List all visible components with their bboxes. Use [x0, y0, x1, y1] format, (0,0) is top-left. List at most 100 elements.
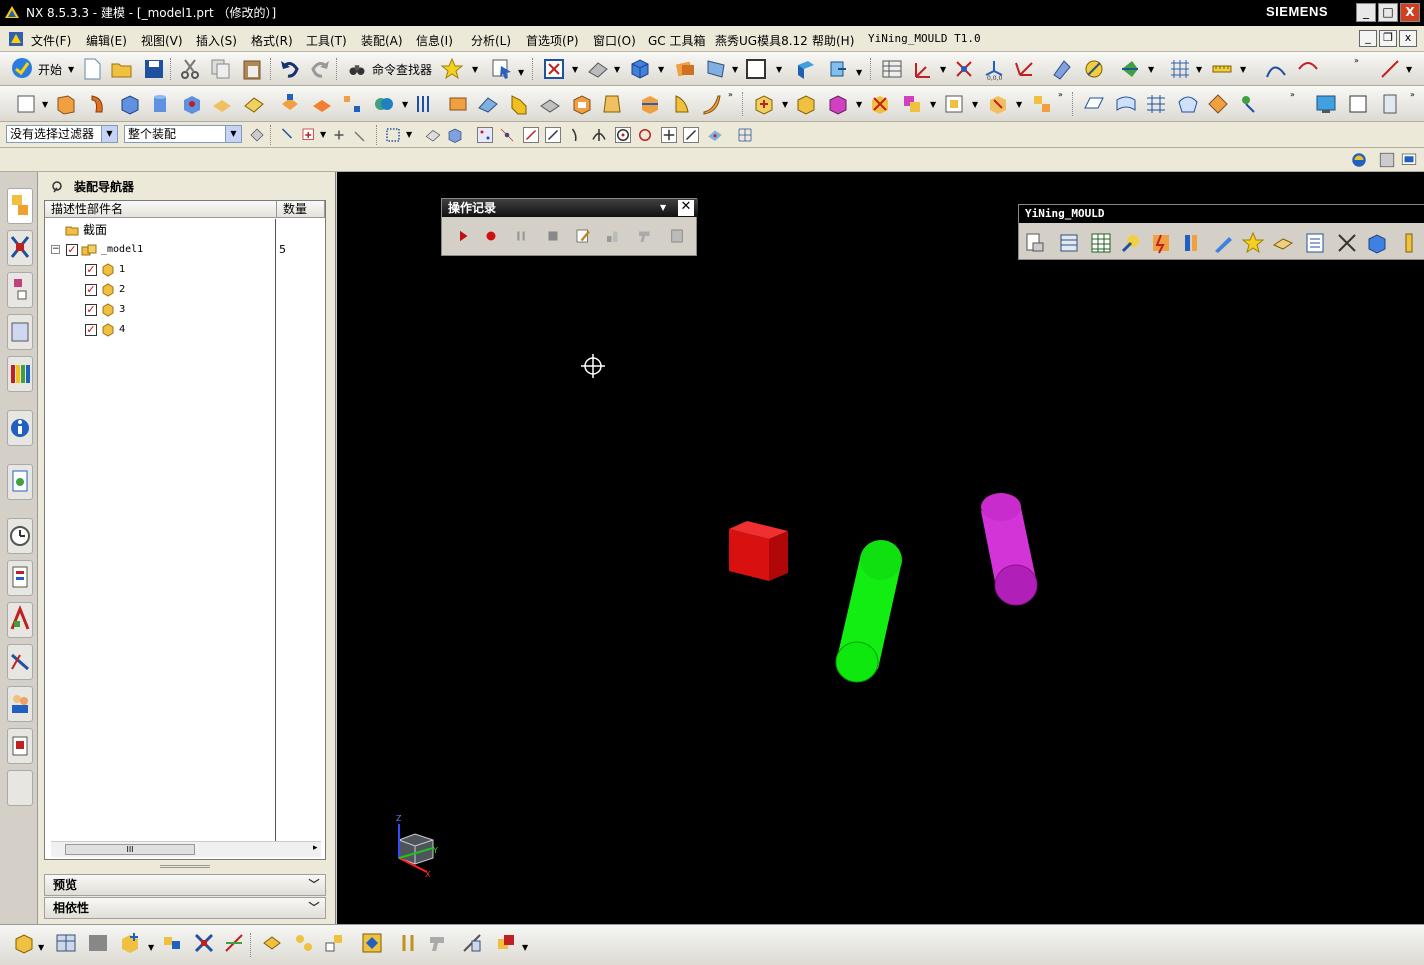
start-button[interactable]: 开始 — [38, 61, 62, 78]
menu-analysis[interactable]: 分析(L) — [471, 32, 511, 49]
empty-tab[interactable] — [7, 770, 33, 806]
minimize-button[interactable]: _ — [1356, 3, 1376, 22]
revolve-icon[interactable] — [86, 92, 110, 116]
roles-icon[interactable] — [1350, 151, 1368, 169]
sew-icon[interactable] — [414, 92, 438, 116]
chevron-down-icon[interactable]: ▼ — [101, 126, 117, 142]
line-dropdown-arrow[interactable]: ▼ — [1406, 65, 1412, 74]
move-assembly-icon[interactable] — [160, 931, 184, 955]
tree-row-section[interactable]: 截面 — [63, 221, 273, 239]
assembly-sequence-icon[interactable] — [292, 931, 316, 955]
checkbox-icon[interactable]: ✓ — [85, 324, 97, 336]
clip-section-icon[interactable] — [826, 57, 850, 81]
menu-format[interactable]: 格式(R) — [251, 32, 293, 49]
new-parent-dropdown-arrow[interactable]: ▼ — [148, 943, 154, 952]
copy-icon[interactable] — [208, 57, 232, 81]
sweep-icon[interactable] — [700, 92, 724, 116]
snap-dropdown-arrow[interactable]: ▼ — [1148, 65, 1154, 74]
horizontal-scrollbar[interactable]: III ▸ — [51, 841, 321, 857]
menu-edit[interactable]: 编辑(E) — [86, 32, 127, 49]
interference-check-icon[interactable] — [360, 931, 384, 955]
scroll-thumb[interactable]: III — [65, 844, 195, 855]
curve-mesh-icon[interactable] — [1144, 92, 1168, 116]
section-view-icon[interactable] — [794, 57, 818, 81]
snap-existing-point-icon[interactable] — [660, 126, 678, 144]
assembly-view-icon[interactable] — [86, 931, 110, 955]
deselect-icon[interactable] — [278, 126, 296, 144]
selection-filter-combo[interactable]: 没有选择过滤器 ▼ — [6, 125, 118, 143]
table-icon[interactable] — [880, 57, 904, 81]
block-icon[interactable] — [118, 92, 142, 116]
chevron-down-icon[interactable]: ﹀ — [305, 876, 323, 894]
studio-surface-icon[interactable] — [1176, 92, 1200, 116]
component-pattern-icon[interactable] — [826, 92, 850, 116]
column-header-name[interactable]: 描述性部件名 — [45, 201, 277, 218]
snap-line-icon[interactable] — [522, 126, 540, 144]
toolbar-overflow-arrow[interactable]: » — [1354, 56, 1359, 65]
through-curves-icon[interactable] — [1114, 92, 1138, 116]
replace-component-icon[interactable] — [900, 92, 924, 116]
snap-center-icon[interactable] — [614, 126, 632, 144]
constraint-dropdown-arrow[interactable]: ▼ — [1016, 100, 1022, 109]
tree-row-model1[interactable]: − ✓ _model1 5 — [49, 241, 319, 259]
background-dropdown-arrow[interactable]: ▼ — [776, 65, 782, 74]
system-materials-tab[interactable] — [7, 560, 33, 596]
wcs-icon[interactable] — [910, 57, 934, 81]
start-icon[interactable] — [10, 56, 34, 80]
mate-constraint-icon[interactable] — [192, 931, 216, 955]
system-scene-tab[interactable] — [7, 728, 33, 764]
cut-icon[interactable] — [178, 57, 202, 81]
view-layout-icon[interactable] — [1378, 151, 1396, 169]
resource-bar-icon[interactable] — [1314, 92, 1338, 116]
chevron-down-icon[interactable]: ﹀ — [305, 899, 323, 917]
scroll-right-icon[interactable]: ▸ — [313, 843, 318, 853]
undo-icon[interactable] — [278, 57, 302, 81]
assembly-wizard-icon[interactable] — [426, 931, 450, 955]
save-icon[interactable] — [142, 57, 166, 81]
menu-gc-toolkit[interactable]: GC 工具箱 — [648, 32, 706, 49]
tree-row-component-4[interactable]: ✓ 4 — [81, 321, 261, 339]
checkbox-icon[interactable]: ✓ — [85, 304, 97, 316]
curvature-comb-icon[interactable] — [1296, 57, 1320, 81]
select-all-icon[interactable] — [300, 126, 318, 144]
redo-icon[interactable] — [308, 57, 332, 81]
replace-dropdown-arrow[interactable]: ▼ — [930, 100, 936, 109]
mdi-restore-button[interactable]: ❐ — [1379, 30, 1397, 47]
curve-analysis-icon[interactable] — [1264, 57, 1288, 81]
instance-icon[interactable] — [340, 92, 364, 116]
move-dropdown-arrow[interactable]: ▼ — [972, 100, 978, 109]
snap-point-icon[interactable] — [1118, 57, 1142, 81]
wave-link-icon[interactable] — [260, 931, 284, 955]
menu-yining[interactable]: YiNing_MOULD T1.0 — [868, 32, 981, 45]
assembly-overflow-arrow[interactable]: » — [1058, 90, 1063, 99]
roles-tab[interactable] — [7, 686, 33, 722]
edge-blend-icon[interactable] — [506, 92, 530, 116]
mdi-minimize-button[interactable]: _ — [1359, 30, 1377, 47]
thicken-icon[interactable] — [476, 92, 500, 116]
binoculars-icon[interactable] — [348, 60, 366, 78]
pad-icon[interactable] — [242, 92, 266, 116]
shaded-cube-icon[interactable] — [628, 57, 652, 81]
start-dropdown-arrow[interactable]: ▼ — [68, 65, 74, 74]
assembly-scope-combo[interactable]: 整个装配 ▼ — [124, 125, 242, 143]
measure-distance-icon[interactable] — [1210, 57, 1234, 81]
menu-assemblies[interactable]: 装配(A) — [361, 32, 403, 49]
menu-help[interactable]: 帮助(H) — [812, 32, 854, 49]
pocket-icon[interactable] — [278, 92, 302, 116]
graphics-window[interactable]: 操作记录 ▼ ✕ YiNing_MOULD Z Y X — [337, 172, 1424, 924]
background-icon[interactable] — [744, 57, 768, 81]
tree-row-component-2[interactable]: ✓ 2 — [81, 281, 261, 299]
nx-app-icon[interactable] — [8, 31, 24, 47]
web-browser-tab[interactable] — [7, 410, 33, 446]
shell-icon[interactable] — [570, 92, 594, 116]
paste-icon[interactable] — [240, 57, 264, 81]
menu-file[interactable]: 文件(F) — [31, 32, 71, 49]
hole-icon[interactable] — [180, 92, 204, 116]
exploded-view-icon[interactable] — [1030, 92, 1054, 116]
selection-tool-icon[interactable] — [490, 57, 514, 81]
new-file-icon[interactable] — [80, 57, 104, 81]
magenta-cylinder[interactable] — [981, 493, 1038, 606]
arrangement-icon[interactable] — [494, 931, 518, 955]
sketch-icon[interactable] — [14, 92, 38, 116]
layer-dropdown-arrow[interactable]: ▼ — [732, 65, 738, 74]
